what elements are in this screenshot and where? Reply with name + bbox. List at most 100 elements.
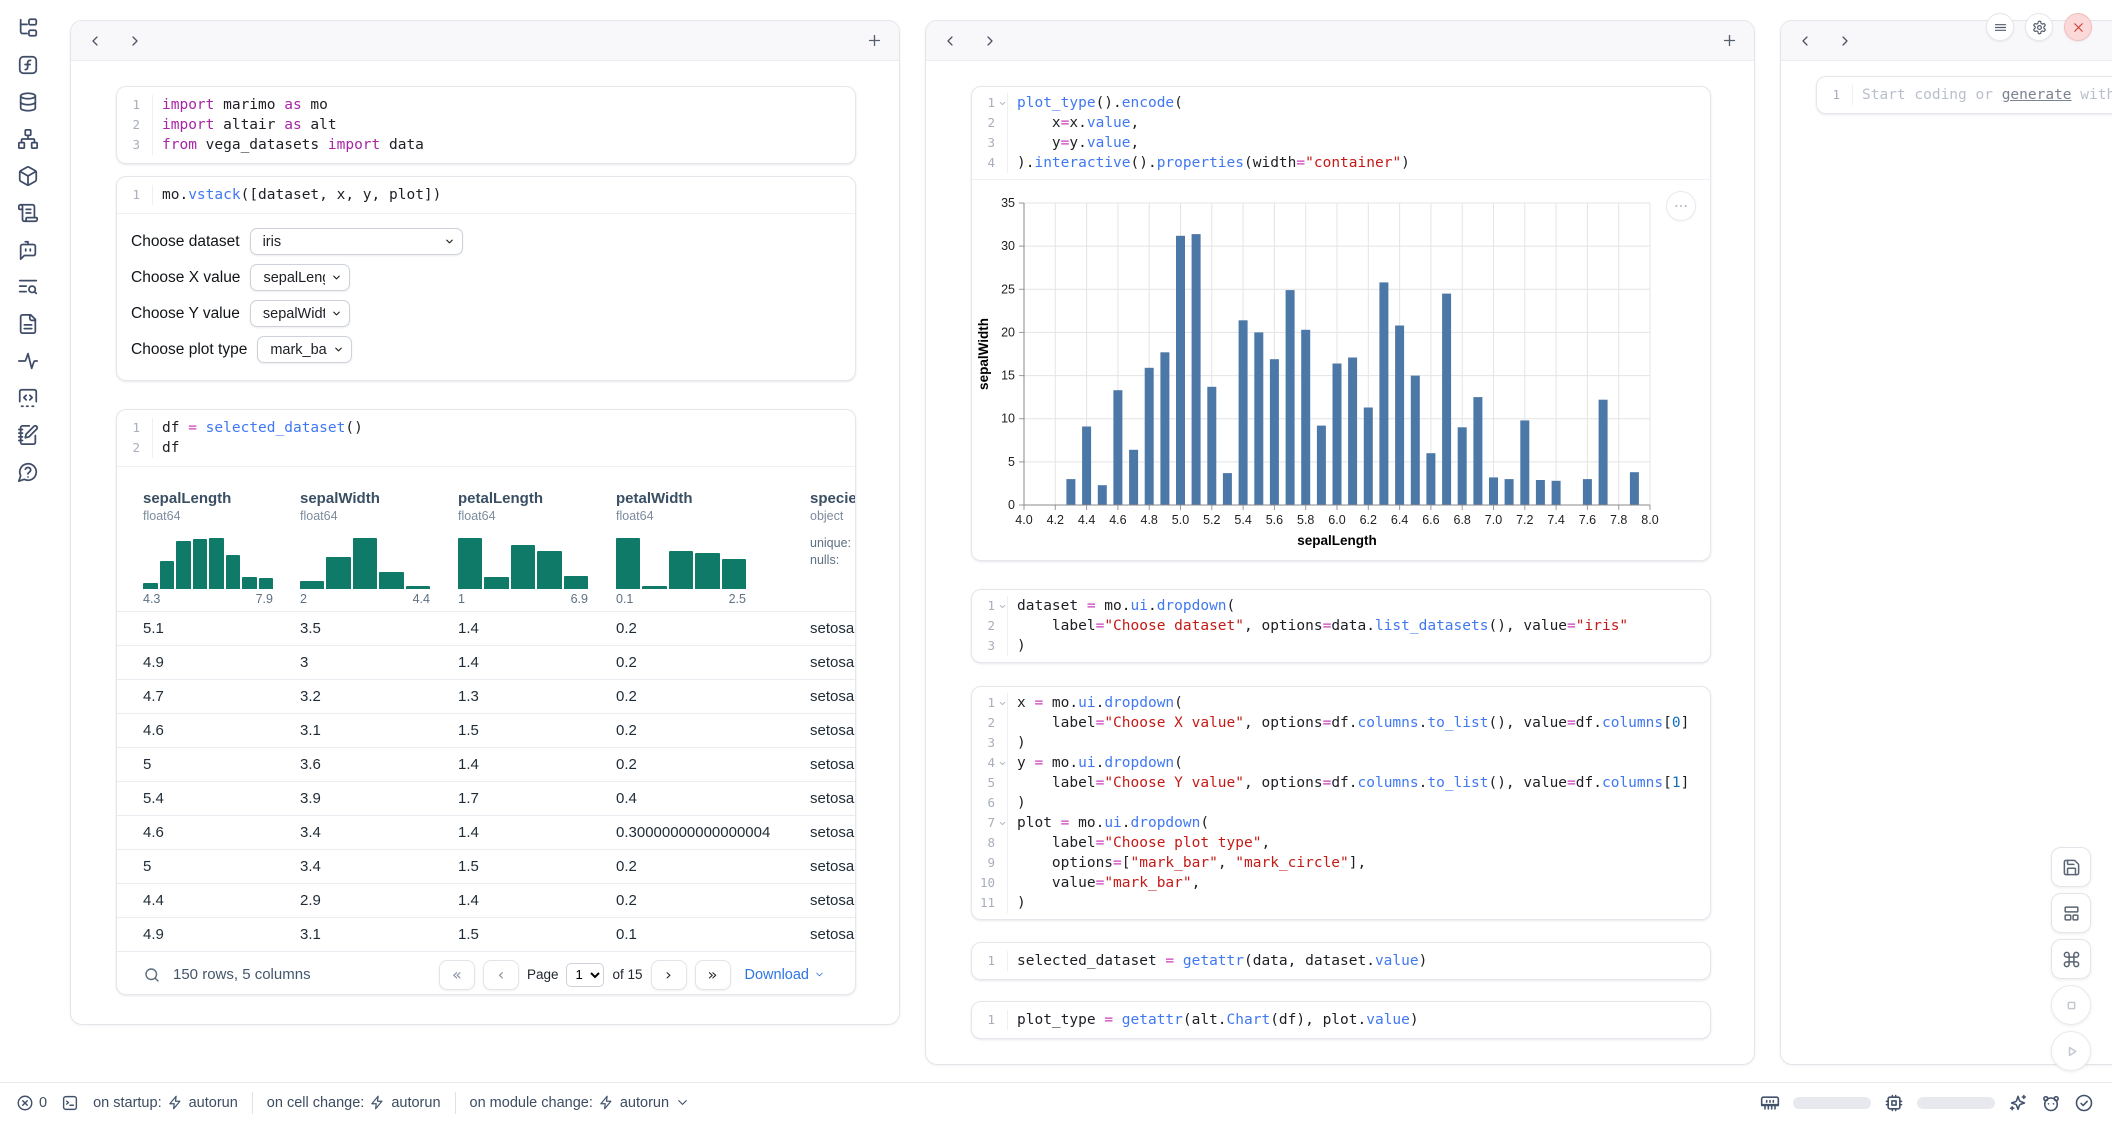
column-forward-icon[interactable] bbox=[127, 33, 143, 49]
sparkles-icon[interactable] bbox=[2008, 1093, 2028, 1113]
download-link[interactable]: Download bbox=[745, 967, 826, 983]
table-row[interactable]: 53.61.40.2setosa bbox=[117, 747, 855, 781]
table-row[interactable]: 4.931.40.2setosa bbox=[117, 645, 855, 679]
fold-chevron-icon[interactable] bbox=[998, 753, 1008, 773]
line-number: 3 bbox=[972, 133, 998, 153]
runmode-on-startup[interactable]: on startup:autorun bbox=[93, 1095, 238, 1111]
dropdown-row: Choose plot typemark_bar bbox=[131, 336, 841, 363]
svg-text:4.8: 4.8 bbox=[1141, 513, 1158, 527]
file-tree-icon[interactable] bbox=[17, 17, 39, 39]
line-number: 2 bbox=[972, 616, 998, 636]
settings-button[interactable] bbox=[2025, 13, 2053, 41]
command-palette-button[interactable] bbox=[2051, 939, 2091, 979]
code-editor-selected-dataset[interactable]: 1selected_dataset = getattr(data, datase… bbox=[972, 943, 1710, 979]
zap-icon bbox=[168, 1095, 183, 1110]
function-square-icon[interactable] bbox=[17, 54, 39, 76]
close-button[interactable] bbox=[2064, 13, 2092, 41]
list-search-icon[interactable] bbox=[17, 276, 39, 298]
run-button[interactable] bbox=[2051, 1031, 2091, 1071]
add-cell-icon[interactable] bbox=[866, 32, 883, 49]
code-line: 1plot_type().encode( bbox=[972, 93, 1710, 113]
column-header-sepalWidth[interactable]: sepalWidthfloat6424.4 bbox=[300, 489, 458, 607]
gear-icon bbox=[2032, 20, 2047, 35]
code-editor-df[interactable]: 1df = selected_dataset()2df bbox=[117, 410, 855, 466]
mascot-icon[interactable] bbox=[2041, 1093, 2061, 1113]
search-icon[interactable] bbox=[143, 966, 161, 984]
column-back-icon[interactable] bbox=[87, 33, 103, 49]
network-icon[interactable] bbox=[17, 128, 39, 150]
table-row[interactable]: 4.63.11.50.2setosa bbox=[117, 713, 855, 747]
choose-dataset-select[interactable]: iris bbox=[250, 228, 463, 255]
play-icon bbox=[2062, 1042, 2081, 1061]
page-select[interactable]: 1 bbox=[566, 963, 604, 987]
table-row[interactable]: 4.42.91.40.2setosa bbox=[117, 883, 855, 917]
fold-chevron-icon[interactable] bbox=[998, 693, 1008, 713]
connection-status-icon[interactable] bbox=[2074, 1093, 2094, 1113]
column-back-icon[interactable] bbox=[942, 33, 958, 49]
code-editor-imports[interactable]: 1import marimo as mo2import altair as al… bbox=[117, 87, 855, 163]
altair-bar-chart[interactable]: 4.04.24.44.64.85.05.25.45.65.86.06.26.46… bbox=[972, 180, 1711, 560]
line-number: 1 bbox=[972, 951, 998, 971]
code-editor-vstack[interactable]: 1mo.vstack([dataset, x, y, plot]) bbox=[117, 177, 855, 213]
line-number: 6 bbox=[972, 793, 998, 813]
code-line: 2 x=x.value, bbox=[972, 113, 1710, 133]
first-page-button[interactable]: « bbox=[439, 960, 475, 990]
column-forward-icon[interactable] bbox=[1837, 33, 1853, 49]
choose-plot-type-select[interactable]: mark_bar bbox=[257, 336, 352, 363]
column-header-petalLength[interactable]: petalLengthfloat6416.9 bbox=[458, 489, 616, 607]
column-header-petalWidth[interactable]: petalWidthfloat640.12.5 bbox=[616, 489, 810, 607]
svg-text:4.0: 4.0 bbox=[1015, 513, 1032, 527]
file-document-icon[interactable] bbox=[17, 313, 39, 335]
help-message-icon[interactable] bbox=[17, 461, 39, 483]
scroll-text-icon[interactable] bbox=[17, 202, 39, 224]
fold-chevron-icon[interactable] bbox=[998, 93, 1008, 113]
code-editor-xyplot[interactable]: 1x = mo.ui.dropdown(2 label="Choose X va… bbox=[972, 687, 1710, 919]
chart-menu-button[interactable] bbox=[1666, 191, 1696, 221]
choose-y-value-select[interactable]: sepalWidth bbox=[250, 300, 350, 327]
table-row[interactable]: 4.93.11.50.1setosa bbox=[117, 917, 855, 951]
last-page-button[interactable]: » bbox=[695, 960, 731, 990]
circle-x-icon bbox=[16, 1094, 34, 1112]
code-editor-plot[interactable]: 1plot_type().encode(2 x=x.value,3 y=y.va… bbox=[972, 87, 1710, 179]
table-row[interactable]: 5.13.51.40.2setosa bbox=[117, 611, 855, 645]
table-row[interactable]: 4.73.21.30.2setosa bbox=[117, 679, 855, 713]
zap-icon bbox=[599, 1095, 614, 1110]
svg-text:6.4: 6.4 bbox=[1391, 513, 1408, 527]
package-icon[interactable] bbox=[17, 165, 39, 187]
line-number: 1 bbox=[972, 596, 998, 616]
terminal-button[interactable] bbox=[61, 1094, 79, 1112]
scratchpad-editor[interactable]: 1 Start coding or generate with AI bbox=[1817, 77, 2112, 113]
column-header-sepalLength[interactable]: sepalLengthfloat644.37.9 bbox=[143, 489, 300, 607]
menu-button[interactable] bbox=[1986, 13, 2014, 41]
fold-chevron-icon[interactable] bbox=[998, 596, 1008, 616]
database-icon[interactable] bbox=[17, 91, 39, 113]
fold-chevron-icon[interactable] bbox=[998, 813, 1008, 833]
column-3-header bbox=[1781, 21, 2112, 61]
activity-icon[interactable] bbox=[17, 350, 39, 372]
code-editor-plot-type[interactable]: 1plot_type = getattr(alt.Chart(df), plot… bbox=[972, 1002, 1710, 1038]
stop-button[interactable] bbox=[2051, 985, 2091, 1025]
add-cell-icon[interactable] bbox=[1721, 32, 1738, 49]
column-header-species[interactable]: speciesobjectunique:nulls: bbox=[810, 489, 856, 607]
table-row[interactable]: 53.41.50.2setosa bbox=[117, 849, 855, 883]
column-forward-icon[interactable] bbox=[982, 33, 998, 49]
table-row[interactable]: 4.63.41.40.30000000000000004setosa bbox=[117, 815, 855, 849]
table-row[interactable]: 5.43.91.70.4setosa bbox=[117, 781, 855, 815]
notebook-pen-icon[interactable] bbox=[17, 424, 39, 446]
layout-button[interactable] bbox=[2051, 893, 2091, 933]
prev-page-button[interactable]: ‹ bbox=[483, 960, 519, 990]
runmode-on-cell-change[interactable]: on cell change:autorun bbox=[267, 1095, 441, 1111]
errors-indicator[interactable]: 0 bbox=[16, 1094, 47, 1112]
code-editor-dataset[interactable]: 1dataset = mo.ui.dropdown(2 label="Choos… bbox=[972, 590, 1710, 662]
svg-text:20: 20 bbox=[1001, 325, 1015, 339]
bot-message-icon[interactable] bbox=[17, 239, 39, 261]
runmode-on-module-change[interactable]: on module change:autorun bbox=[470, 1095, 691, 1111]
save-button[interactable] bbox=[2051, 847, 2091, 887]
column-back-icon[interactable] bbox=[1797, 33, 1813, 49]
next-page-button[interactable]: › bbox=[651, 960, 687, 990]
generate-with-ai-link[interactable]: generate bbox=[2002, 87, 2072, 103]
line-number: 5 bbox=[972, 773, 998, 793]
code-square-icon[interactable] bbox=[17, 387, 39, 409]
svg-text:6.8: 6.8 bbox=[1454, 513, 1471, 527]
choose-x-value-select[interactable]: sepalLength bbox=[250, 264, 350, 291]
